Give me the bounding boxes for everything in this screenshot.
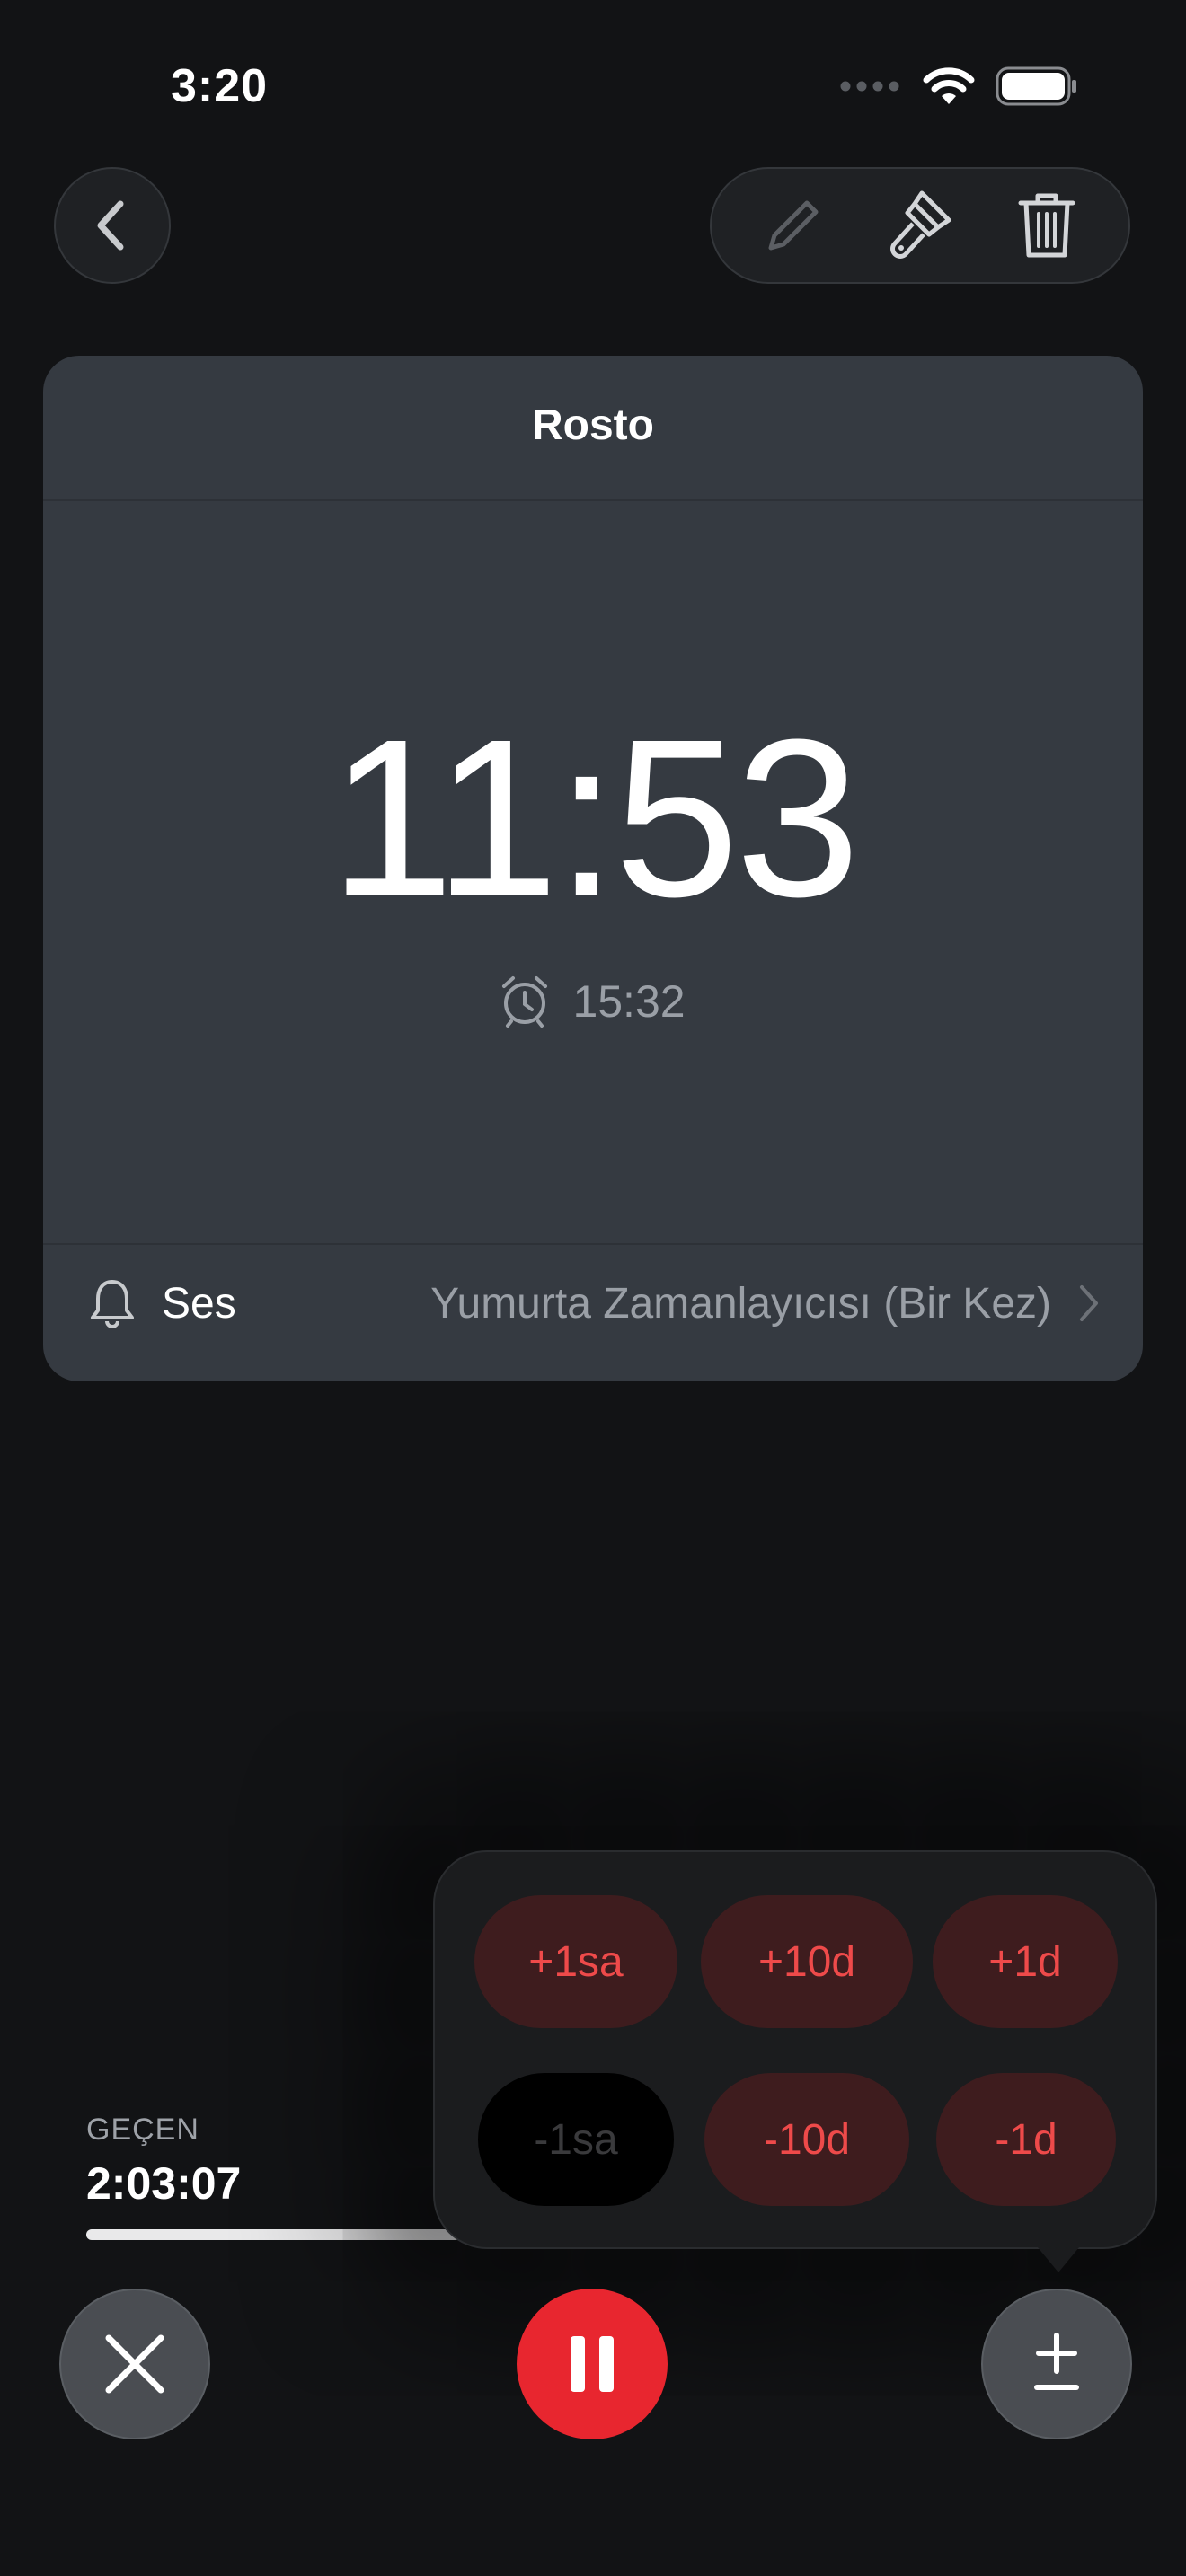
timer-card: Rosto 11:53 15:32 Ses Yumurta Zamanlayıc… (43, 356, 1143, 1381)
card-divider (43, 499, 1143, 501)
toolbar-group (710, 167, 1130, 284)
edit-button[interactable] (739, 172, 847, 279)
adjust-time-button[interactable] (981, 2289, 1132, 2439)
popup-tail (1033, 2242, 1084, 2272)
timer-title: Rosto (532, 401, 654, 449)
signal-dots-icon (840, 81, 899, 92)
remaining-time: 11:53 (329, 693, 860, 943)
chevron-right-icon (1080, 1285, 1098, 1321)
delete-button[interactable] (993, 172, 1101, 279)
pause-icon (571, 2336, 614, 2392)
add-10-min-button[interactable]: +10d (701, 1895, 913, 2028)
battery-icon (996, 66, 1076, 106)
style-button[interactable] (866, 172, 974, 279)
adjust-popup: +1sa +10d +1d -1sa -10d -1d (433, 1850, 1157, 2249)
cancel-button[interactable] (59, 2289, 210, 2439)
subtract-10-min-button[interactable]: -10d (704, 2073, 909, 2206)
wifi-icon (923, 67, 975, 104)
paintbrush-icon (890, 190, 951, 259)
subtract-1-hour-button[interactable]: -1sa (478, 2073, 674, 2206)
add-1-hour-button[interactable]: +1sa (474, 1895, 677, 2028)
sound-label: Ses (162, 1279, 236, 1328)
sound-value: Yumurta Zamanlayıcısı (Bir Kez) (430, 1279, 1051, 1328)
close-icon (105, 2334, 164, 2394)
back-button[interactable] (54, 167, 171, 284)
alarm-clock-icon (502, 976, 548, 1028)
sound-row[interactable]: Ses Yumurta Zamanlayıcısı (Bir Kez) (43, 1245, 1143, 1362)
chevron-left-icon (97, 200, 124, 251)
status-icons (839, 66, 1078, 106)
plus-minus-icon (1034, 2333, 1079, 2390)
add-1-min-button[interactable]: +1d (933, 1895, 1118, 2028)
alarm-time: 15:32 (572, 976, 686, 1027)
elapsed-caption: GEÇEN (86, 2113, 199, 2147)
status-time: 3:20 (171, 60, 269, 112)
pencil-icon (768, 200, 819, 251)
subtract-1-min-button[interactable]: -1d (936, 2073, 1116, 2206)
bell-icon (91, 1280, 134, 1328)
elapsed-value: 2:03:07 (86, 2158, 242, 2209)
trash-icon (1018, 193, 1075, 258)
pause-button[interactable] (517, 2289, 668, 2439)
alarm-time-row: 15:32 (43, 975, 1143, 1028)
